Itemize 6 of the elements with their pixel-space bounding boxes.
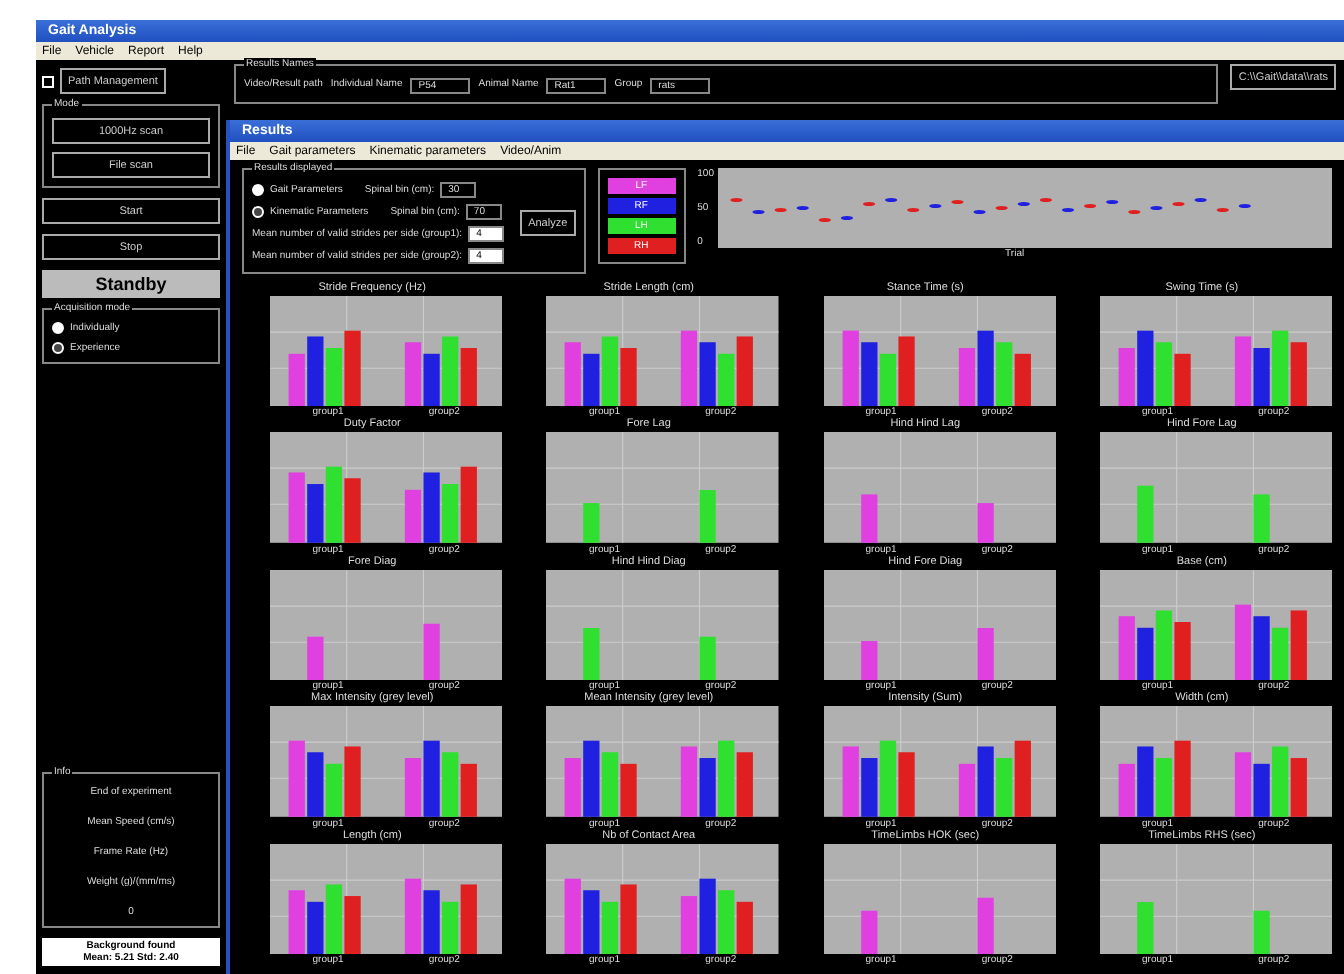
radio-button[interactable] bbox=[52, 342, 64, 354]
radio-button[interactable] bbox=[252, 206, 264, 218]
radio-button[interactable] bbox=[252, 184, 264, 196]
checkbox[interactable] bbox=[42, 75, 54, 87]
radio-button[interactable] bbox=[52, 322, 64, 334]
status-label: Standby bbox=[42, 270, 220, 298]
